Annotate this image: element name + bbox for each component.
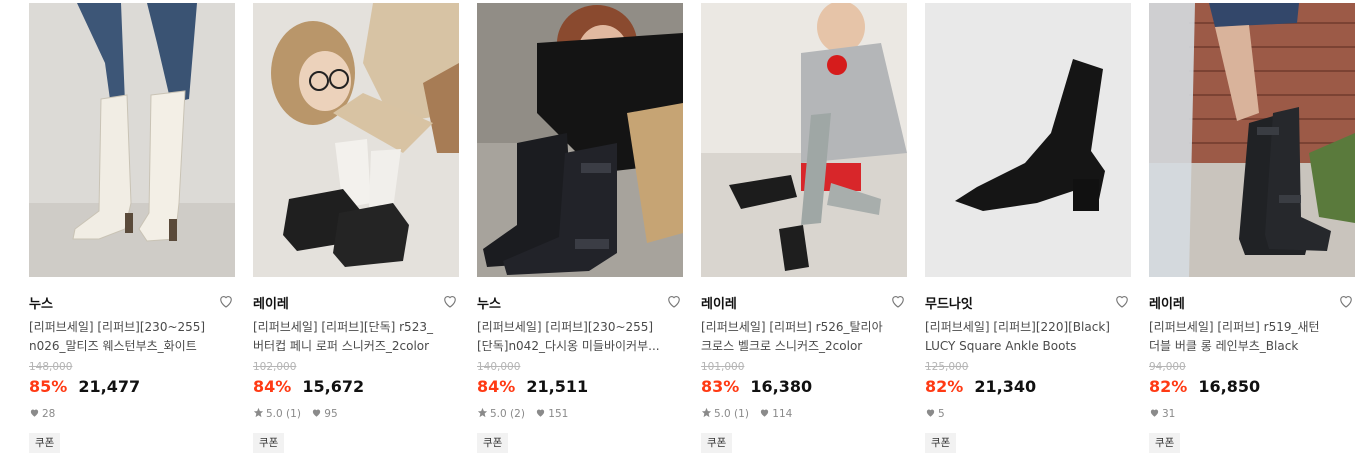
coupon-badge: 쿠폰 bbox=[701, 433, 733, 453]
heart-icon[interactable] bbox=[217, 292, 235, 310]
product-card[interactable]: 레이레 [리퍼브세일] [리퍼브] r519_새턴 더블 버클 롱 레인부츠_B… bbox=[1149, 3, 1355, 465]
coupon-badge: 쿠폰 bbox=[925, 433, 957, 453]
heart-icon[interactable] bbox=[665, 292, 683, 310]
product-image[interactable] bbox=[253, 3, 459, 277]
coupon-badge: 쿠폰 bbox=[29, 433, 61, 453]
product-title[interactable]: [리퍼브세일] [리퍼브][230~255] [단독]n042_다시옹 미들바이… bbox=[477, 318, 683, 356]
like-count: 95 bbox=[324, 408, 338, 420]
product-title[interactable]: [리퍼브세일] [리퍼브] r519_새턴 더블 버클 롱 레인부츠_Black bbox=[1149, 318, 1355, 356]
heart-icon[interactable] bbox=[1113, 292, 1131, 310]
product-stats: 5.0 (2) 151 bbox=[477, 407, 575, 423]
product-title[interactable]: [리퍼브세일] [리퍼브][단독] r523_ 버터컵 페니 로퍼 스니커즈_2… bbox=[253, 318, 459, 356]
heart-filled-icon bbox=[30, 409, 39, 417]
product-card[interactable]: 누스 [리퍼브세일] [리퍼브][230~255] n026_말티즈 웨스턴부츠… bbox=[29, 3, 235, 465]
star-icon bbox=[253, 407, 264, 418]
sale-price: 16,850 bbox=[1198, 377, 1261, 396]
discount-rate: 85% bbox=[29, 377, 68, 396]
product-image[interactable] bbox=[477, 3, 683, 277]
product-title[interactable]: [리퍼브세일] [리퍼브] r526_탈리아 크로스 벨크로 스니커즈_2col… bbox=[701, 318, 907, 356]
original-price: 140,000 bbox=[477, 361, 521, 373]
brand-name[interactable]: 레이레 bbox=[1149, 293, 1185, 312]
product-title[interactable]: [리퍼브세일] [리퍼브][230~255] n026_말티즈 웨스턴부츠_화이… bbox=[29, 318, 235, 356]
coupon-badge: 쿠폰 bbox=[1149, 433, 1181, 453]
discount-rate: 84% bbox=[477, 377, 516, 396]
product-grid: 누스 [리퍼브세일] [리퍼브][230~255] n026_말티즈 웨스턴부츠… bbox=[29, 3, 1362, 468]
product-image[interactable] bbox=[701, 3, 907, 277]
review-count: (2) bbox=[510, 408, 525, 420]
product-title[interactable]: [리퍼브세일] [리퍼브][220][Black] LUCY Square An… bbox=[925, 318, 1131, 356]
heart-icon[interactable] bbox=[441, 292, 459, 310]
like-count: 28 bbox=[42, 408, 56, 420]
original-price: 101,000 bbox=[701, 361, 745, 373]
star-icon bbox=[701, 407, 712, 418]
price-row: 85% 21,477 bbox=[29, 377, 140, 399]
heart-filled-icon bbox=[926, 409, 935, 417]
review-count: (1) bbox=[734, 408, 749, 420]
star-icon bbox=[477, 407, 488, 418]
product-stats: 28 bbox=[29, 407, 62, 423]
discount-rate: 83% bbox=[701, 377, 740, 396]
like-count: 151 bbox=[548, 408, 569, 420]
like-count: 5 bbox=[938, 408, 945, 420]
price-row: 82% 21,340 bbox=[925, 377, 1036, 399]
brand-name[interactable]: 누스 bbox=[477, 293, 501, 312]
rating: 5.0 bbox=[714, 408, 731, 420]
price-row: 83% 16,380 bbox=[701, 377, 812, 399]
brand-name[interactable]: 레이레 bbox=[253, 293, 289, 312]
product-image[interactable] bbox=[1149, 3, 1355, 277]
brand-name[interactable]: 레이레 bbox=[701, 293, 737, 312]
brand-name[interactable]: 누스 bbox=[29, 293, 53, 312]
price-row: 82% 16,850 bbox=[1149, 377, 1260, 399]
like-count: 31 bbox=[1162, 408, 1176, 420]
rating: 5.0 bbox=[490, 408, 507, 420]
heart-icon[interactable] bbox=[889, 292, 907, 310]
sale-price: 15,672 bbox=[302, 377, 365, 396]
rating: 5.0 bbox=[266, 408, 283, 420]
review-count: (1) bbox=[286, 408, 301, 420]
product-stats: 5 bbox=[925, 407, 952, 423]
product-card[interactable]: 누스 [리퍼브세일] [리퍼브][230~255] [단독]n042_다시옹 미… bbox=[477, 3, 683, 465]
sale-price: 21,511 bbox=[526, 377, 589, 396]
product-card[interactable]: 무드나잇 [리퍼브세일] [리퍼브][220][Black] LUCY Squa… bbox=[925, 3, 1131, 465]
coupon-badge: 쿠폰 bbox=[477, 433, 509, 453]
heart-filled-icon bbox=[1150, 409, 1159, 417]
heart-filled-icon bbox=[313, 409, 321, 417]
product-stats: 31 bbox=[1149, 407, 1182, 423]
price-row: 84% 21,511 bbox=[477, 377, 588, 399]
coupon-badge: 쿠폰 bbox=[253, 433, 285, 453]
product-card[interactable]: 레이레 [리퍼브세일] [리퍼브][단독] r523_ 버터컵 페니 로퍼 스니… bbox=[253, 3, 459, 465]
original-price: 94,000 bbox=[1149, 361, 1186, 373]
price-row: 84% 15,672 bbox=[253, 377, 364, 399]
brand-name[interactable]: 무드나잇 bbox=[925, 293, 973, 312]
sale-price: 21,340 bbox=[974, 377, 1037, 396]
product-stats: 5.0 (1) 114 bbox=[701, 407, 799, 423]
sale-price: 16,380 bbox=[750, 377, 813, 396]
product-image[interactable] bbox=[925, 3, 1131, 277]
product-card[interactable]: 레이레 [리퍼브세일] [리퍼브] r526_탈리아 크로스 벨크로 스니커즈_… bbox=[701, 3, 907, 465]
product-image[interactable] bbox=[29, 3, 235, 277]
heart-icon[interactable] bbox=[1337, 292, 1355, 310]
discount-rate: 84% bbox=[253, 377, 292, 396]
heart-filled-icon bbox=[761, 409, 769, 417]
sale-price: 21,477 bbox=[78, 377, 141, 396]
discount-rate: 82% bbox=[1149, 377, 1188, 396]
original-price: 125,000 bbox=[925, 361, 969, 373]
heart-filled-icon bbox=[537, 409, 545, 417]
original-price: 148,000 bbox=[29, 361, 73, 373]
product-stats: 5.0 (1) 95 bbox=[253, 407, 345, 423]
like-count: 114 bbox=[772, 408, 793, 420]
original-price: 102,000 bbox=[253, 361, 297, 373]
discount-rate: 82% bbox=[925, 377, 964, 396]
